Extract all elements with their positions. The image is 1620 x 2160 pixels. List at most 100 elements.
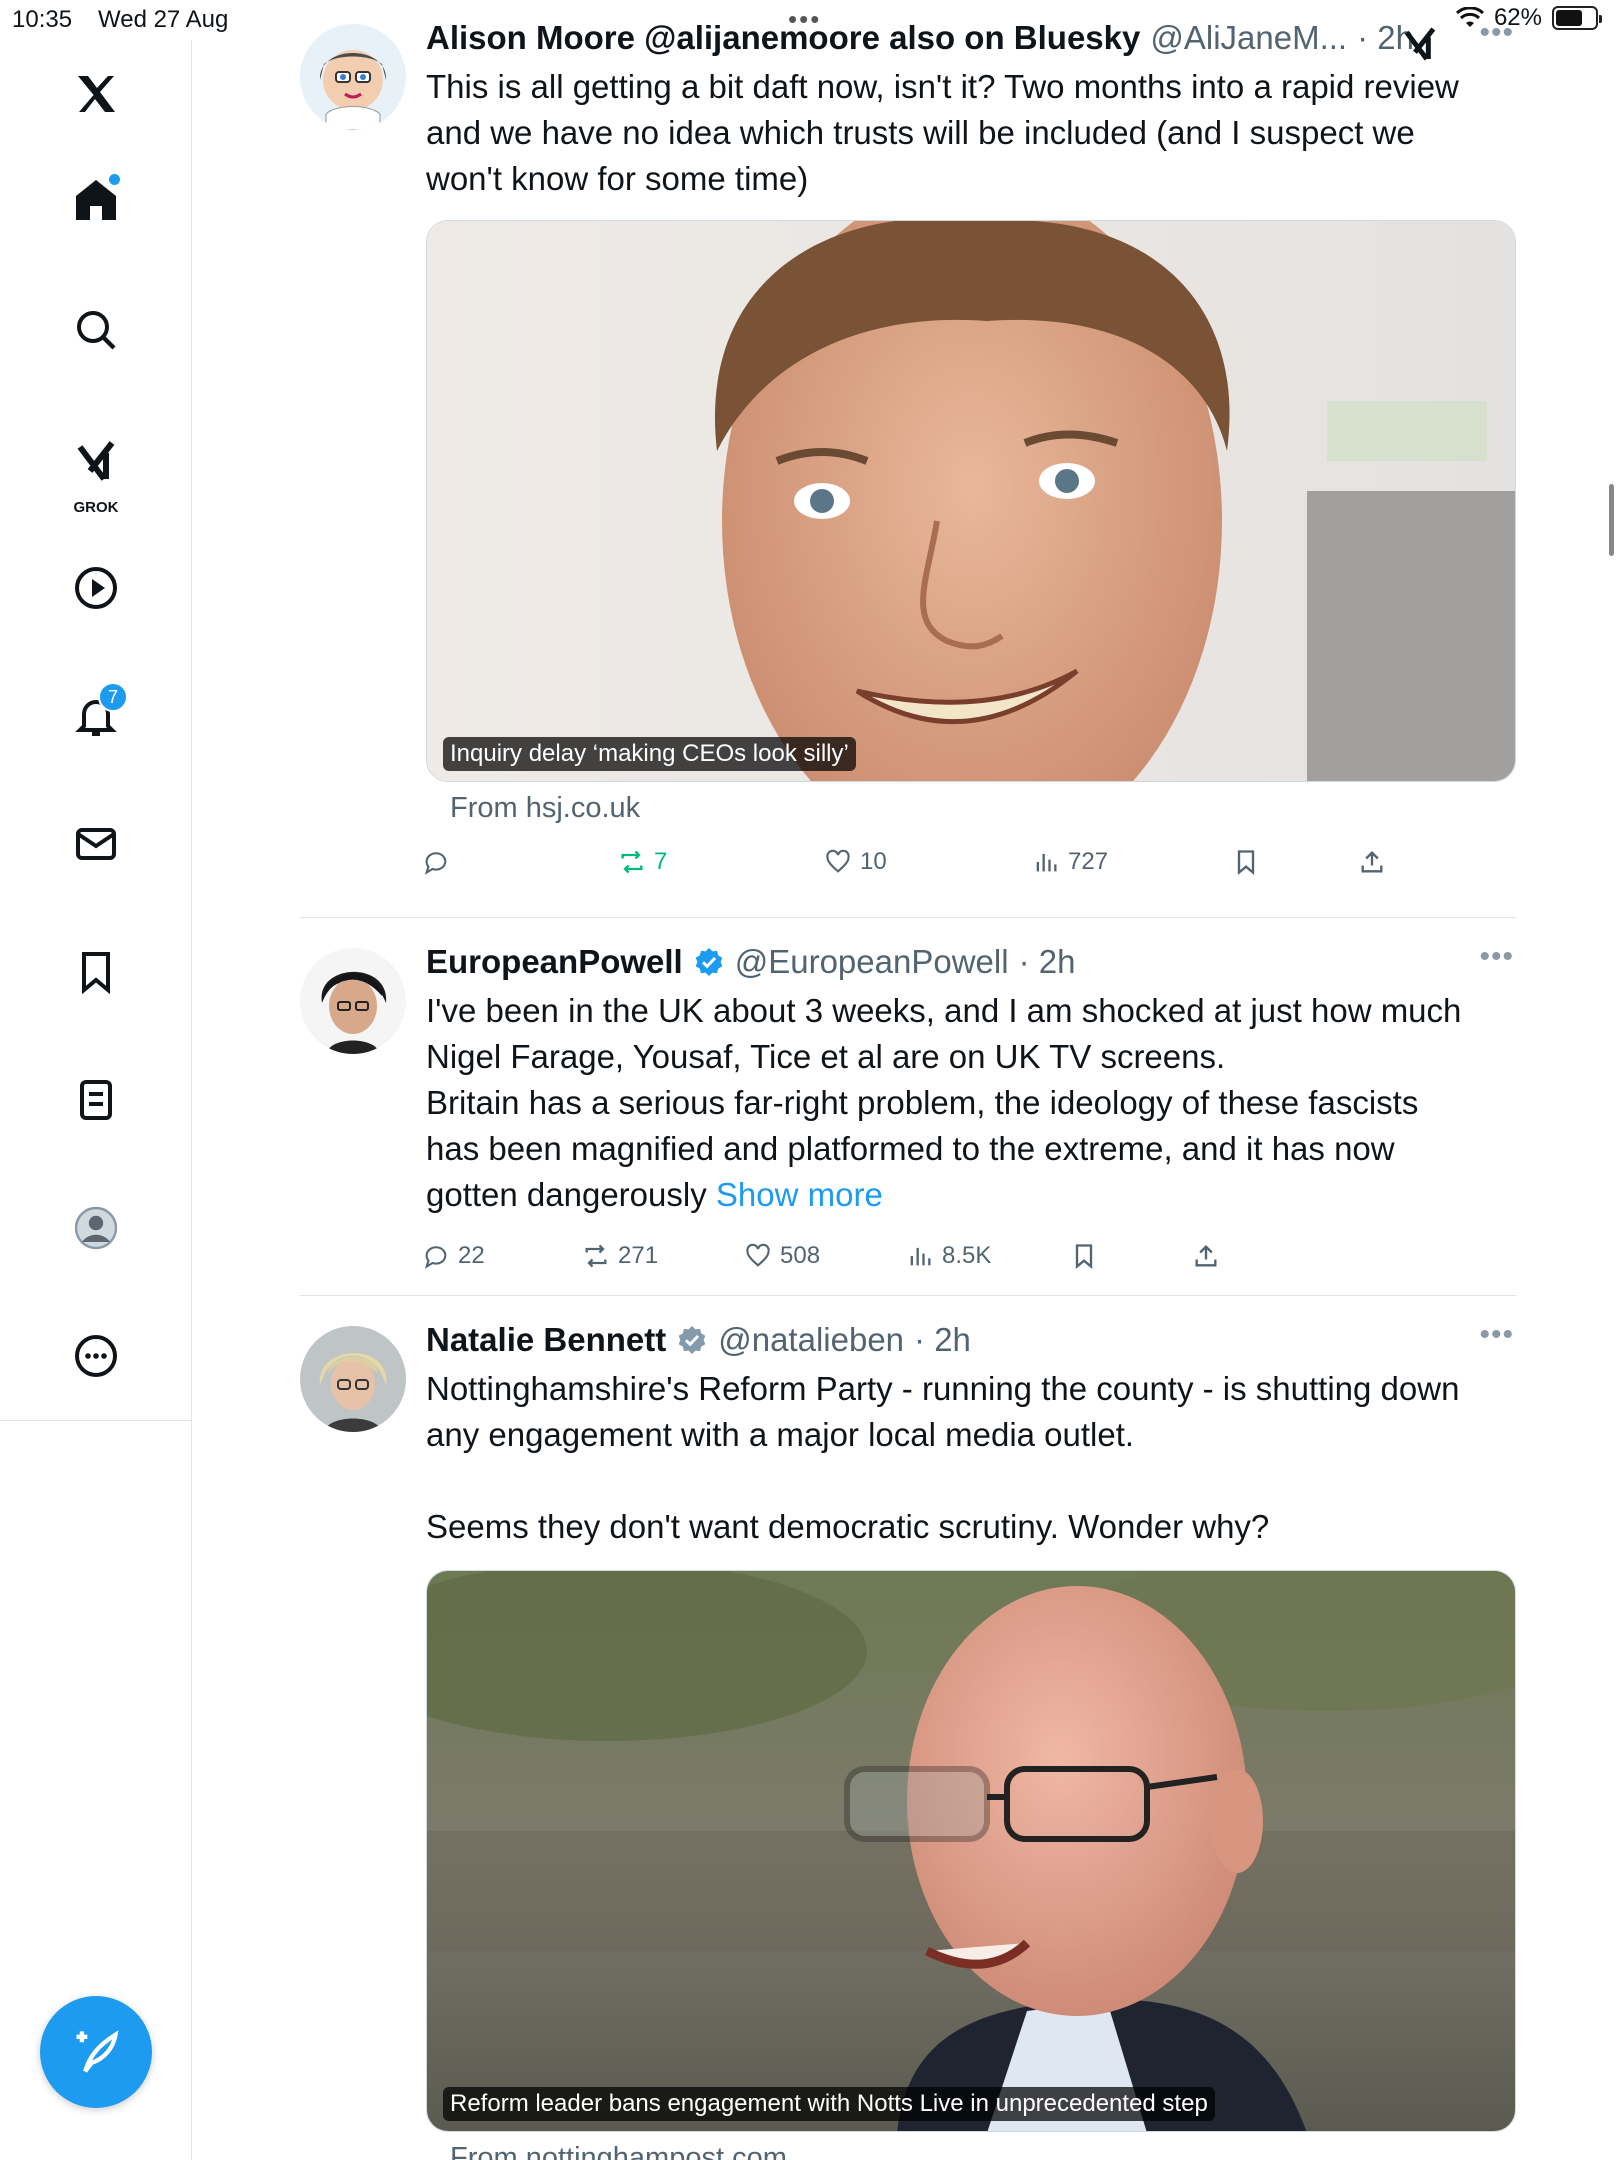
author-name[interactable]: Natalie Bennett bbox=[426, 1321, 666, 1359]
list-icon bbox=[80, 1080, 112, 1120]
reply-icon bbox=[424, 852, 447, 875]
battery-icon bbox=[1552, 6, 1602, 30]
share-button[interactable] bbox=[1358, 848, 1386, 876]
link-card-image[interactable]: Reform leader bans engagement with Notts… bbox=[426, 1570, 1516, 2132]
more-options-icon[interactable]: ••• bbox=[1479, 16, 1514, 50]
tweet-text-line: any engagement with a major local media … bbox=[426, 1416, 1135, 1453]
sidebar-item-lists[interactable] bbox=[56, 1060, 136, 1140]
bald-man-photo bbox=[427, 1571, 1515, 2131]
tweet-text-line bbox=[426, 1458, 1516, 1504]
grok-label: GROK bbox=[73, 499, 119, 516]
author-handle[interactable]: @natalieben bbox=[718, 1321, 904, 1359]
link-source[interactable]: From nottinghampost.com bbox=[450, 2142, 1516, 2160]
bookmark-icon bbox=[1075, 1244, 1093, 1269]
sidebar-item-messages[interactable] bbox=[56, 804, 136, 884]
tweet-text-line: Seems they don't want democratic scrutin… bbox=[426, 1508, 1270, 1545]
scrollbar[interactable] bbox=[1609, 484, 1614, 556]
bookmark-icon bbox=[82, 952, 110, 995]
repost-count: 7 bbox=[654, 848, 668, 875]
tweet[interactable]: Alison Moore @alijanemoore also on Blues… bbox=[300, 0, 1516, 918]
tweet-text-line: gotten dangerously Show more bbox=[426, 1172, 1516, 1218]
avatar[interactable] bbox=[300, 24, 406, 130]
tweet-text-line: Britain has a serious far-right problem,… bbox=[426, 1084, 1419, 1121]
like-button[interactable]: 508 bbox=[744, 1242, 820, 1270]
verified-badge-gray-icon bbox=[678, 1326, 706, 1354]
views-button[interactable]: 727 bbox=[1032, 848, 1108, 876]
like-button[interactable]: 10 bbox=[824, 848, 887, 876]
sidebar-divider bbox=[0, 1420, 192, 1421]
avatar[interactable] bbox=[300, 1326, 406, 1432]
more-options-icon[interactable]: ••• bbox=[1479, 940, 1514, 974]
search-icon bbox=[77, 311, 116, 350]
sidebar-item-explore[interactable] bbox=[56, 290, 136, 370]
sidebar-item-home[interactable] bbox=[56, 160, 136, 240]
repost-button[interactable]: 271 bbox=[582, 1242, 658, 1270]
reply-button[interactable]: 22 bbox=[422, 1242, 485, 1270]
views-icon bbox=[910, 1247, 931, 1266]
avatar[interactable] bbox=[300, 948, 406, 1054]
share-icon bbox=[1195, 1245, 1217, 1267]
view-count: 727 bbox=[1068, 848, 1109, 875]
profile-avatar-icon bbox=[74, 1206, 118, 1250]
tweet-header: Natalie Bennett @natalieben · 2h bbox=[426, 1318, 1516, 1362]
grok-icon bbox=[77, 441, 115, 481]
sidebar-item-more[interactable] bbox=[56, 1316, 136, 1396]
notifications-badge: 7 bbox=[98, 682, 128, 712]
like-count: 508 bbox=[780, 1242, 821, 1269]
sidebar-item-notifications[interactable]: 7 bbox=[56, 676, 136, 756]
tweet-text-line: This is all getting a bit daft now, isn'… bbox=[426, 68, 1459, 105]
grok-explain-icon[interactable] bbox=[1400, 24, 1440, 64]
more-circle-icon bbox=[75, 1335, 117, 1377]
author-name[interactable]: Alison Moore @alijanemoore also on Blues… bbox=[426, 19, 1140, 57]
tweet-text-line: Nigel Farage, Yousaf, Tice et al are on … bbox=[426, 1038, 1226, 1075]
tweet-time[interactable]: · 2h bbox=[914, 1321, 971, 1359]
repost-icon bbox=[621, 850, 643, 874]
show-more-link[interactable]: Show more bbox=[716, 1176, 883, 1213]
status-time: 10:35 bbox=[12, 6, 73, 33]
view-count: 8.5K bbox=[942, 1242, 992, 1269]
tweet-header: Alison Moore @alijanemoore also on Blues… bbox=[426, 16, 1516, 60]
tweet-text-line: Nottinghamshire's Reform Party - running… bbox=[426, 1370, 1460, 1407]
timeline-feed: Alison Moore @alijanemoore also on Blues… bbox=[300, 0, 1516, 2160]
link-source[interactable]: From hsj.co.uk bbox=[450, 792, 1516, 825]
more-options-icon[interactable]: ••• bbox=[1479, 1318, 1514, 1352]
tweet[interactable]: EuropeanPowell @EuropeanPowell · 2h ••• … bbox=[300, 918, 1516, 1296]
compose-post-button[interactable] bbox=[40, 1996, 152, 2108]
tweet-time[interactable]: · 2h bbox=[1019, 943, 1076, 981]
x-logo-icon[interactable] bbox=[56, 54, 136, 134]
tweet-text-fragment: gotten dangerously bbox=[426, 1176, 707, 1213]
sidebar-item-profile[interactable] bbox=[56, 1188, 136, 1268]
like-count: 10 bbox=[860, 848, 887, 875]
views-icon bbox=[1036, 853, 1057, 872]
home-unread-dot bbox=[109, 174, 120, 185]
heart-icon bbox=[746, 1243, 770, 1267]
sidebar-item-video[interactable] bbox=[56, 548, 136, 628]
tweet-text-line: and we have no idea which trusts will be… bbox=[426, 114, 1415, 151]
tweet-text-line: has been magnified and platformed to the… bbox=[426, 1130, 1395, 1167]
tweet-text: This is all getting a bit daft now, isn'… bbox=[426, 64, 1516, 202]
tweet[interactable]: Natalie Bennett @natalieben · 2h ••• Not… bbox=[300, 1296, 1516, 2160]
author-handle[interactable]: @AliJaneM... bbox=[1150, 19, 1347, 57]
status-date: Wed 27 Aug bbox=[98, 6, 229, 33]
repost-button[interactable]: 7 bbox=[618, 848, 667, 876]
reply-count: 22 bbox=[458, 1242, 485, 1269]
share-button[interactable] bbox=[1192, 1242, 1220, 1270]
tweet-text: Nottinghamshire's Reform Party - running… bbox=[426, 1366, 1516, 1550]
link-card-image[interactable]: Inquiry delay ‘making CEOs look silly’ bbox=[426, 220, 1516, 782]
tweet-actions: 22 271 508 8.5K bbox=[422, 1242, 1422, 1282]
verified-badge-icon bbox=[695, 948, 723, 976]
bookmark-button[interactable] bbox=[1070, 1242, 1098, 1270]
heart-icon bbox=[826, 849, 850, 873]
bookmark-button[interactable] bbox=[1232, 848, 1260, 876]
views-button[interactable]: 8.5K bbox=[906, 1242, 991, 1270]
sidebar-item-bookmarks[interactable] bbox=[56, 932, 136, 1012]
author-name[interactable]: EuropeanPowell bbox=[426, 943, 683, 981]
tweet-actions: 7 10 727 bbox=[422, 848, 1422, 888]
sidebar-nav: GROK 7 bbox=[0, 40, 192, 2160]
sidebar-item-grok[interactable]: GROK bbox=[56, 420, 136, 520]
mail-icon bbox=[76, 828, 116, 860]
reply-icon bbox=[424, 1246, 447, 1269]
reply-button[interactable] bbox=[422, 848, 450, 876]
quill-plus-icon bbox=[76, 2030, 119, 2073]
author-handle[interactable]: @EuropeanPowell bbox=[735, 943, 1009, 981]
